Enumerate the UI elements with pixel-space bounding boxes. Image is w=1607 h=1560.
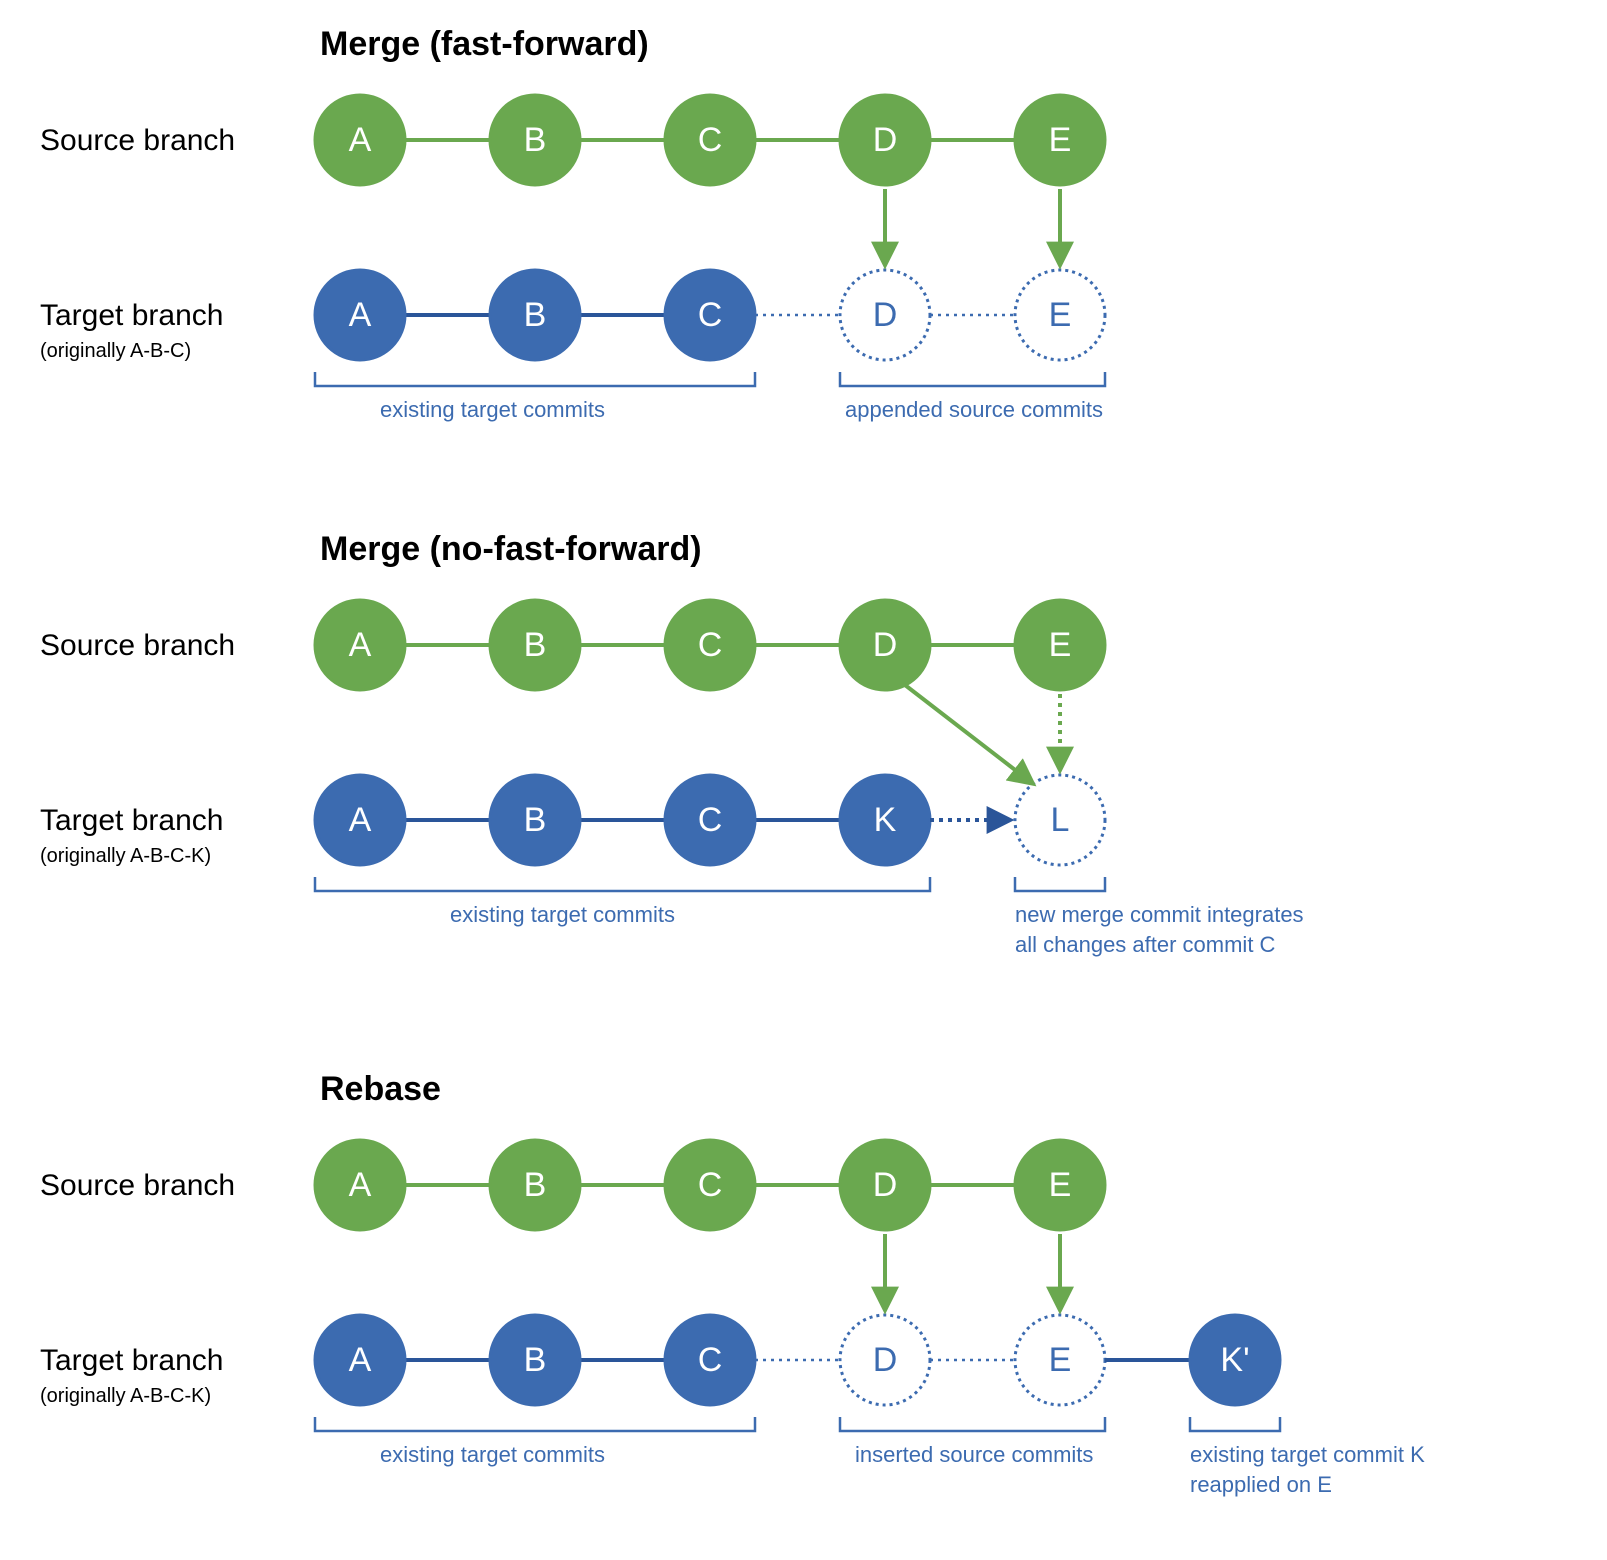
brace-2-right xyxy=(1015,877,1105,891)
title-merge-noff: Merge (no-fast-forward) xyxy=(320,530,702,568)
s1-tgt-d-D-label: D xyxy=(873,296,898,334)
s1-src-B-label: B xyxy=(524,121,547,159)
s2-tgt-C-label: C xyxy=(698,801,723,839)
s3-tgt-d-E-label: E xyxy=(1049,1341,1072,1379)
caption-2-right2: all changes after commit C xyxy=(1015,932,1276,957)
brace-3-mid xyxy=(840,1417,1105,1431)
s1-src-E-label: E xyxy=(1049,121,1072,159)
s1-tgt-A-label: A xyxy=(349,296,372,334)
caption-2-left: existing target commits xyxy=(450,902,675,927)
s2-src-D-label: D xyxy=(873,626,898,664)
s3-src-D-label: D xyxy=(873,1166,898,1204)
arrow xyxy=(905,685,1032,783)
s3-tgt-Kp-label: K' xyxy=(1220,1341,1249,1379)
s2-tgt-B-label: B xyxy=(524,801,547,839)
caption-1-right: appended source commits xyxy=(845,397,1103,422)
caption-3-right1: existing target commit K xyxy=(1190,1442,1425,1467)
brace-2-left xyxy=(315,877,930,891)
label-target-sub-2: (originally A-B-C-K) xyxy=(40,845,211,867)
title-rebase: Rebase xyxy=(320,1070,441,1108)
s2-tgt-K-label: K xyxy=(874,801,897,839)
s2-tgt-L-label: L xyxy=(1051,801,1070,839)
label-target-1: Target branch xyxy=(40,299,223,332)
caption-3-mid: inserted source commits xyxy=(855,1442,1093,1467)
label-target-sub-3: (originally A-B-C-K) xyxy=(40,1385,211,1407)
caption-1-left: existing target commits xyxy=(380,397,605,422)
s1-tgt-B-label: B xyxy=(524,296,547,334)
s2-src-B-label: B xyxy=(524,626,547,664)
s3-src-B-label: B xyxy=(524,1166,547,1204)
s2-src-C-label: C xyxy=(698,626,723,664)
s3-src-C-label: C xyxy=(698,1166,723,1204)
s1-tgt-d-E-label: E xyxy=(1049,296,1072,334)
s1-src-D-label: D xyxy=(873,121,898,159)
label-source-2: Source branch xyxy=(40,629,235,662)
brace-1-right xyxy=(840,372,1105,386)
s1-src-C-label: C xyxy=(698,121,723,159)
s3-tgt-B-label: B xyxy=(524,1341,547,1379)
label-source-3: Source branch xyxy=(40,1169,235,1202)
caption-3-left: existing target commits xyxy=(380,1442,605,1467)
label-target-2: Target branch xyxy=(40,804,223,837)
s1-src-A-label: A xyxy=(349,121,372,159)
label-target-3: Target branch xyxy=(40,1344,223,1377)
s1-tgt-C-label: C xyxy=(698,296,723,334)
brace-3-left xyxy=(315,1417,755,1431)
caption-3-right2: reapplied on E xyxy=(1190,1472,1332,1497)
caption-2-right1: new merge commit integrates xyxy=(1015,902,1304,927)
s2-src-A-label: A xyxy=(349,626,372,664)
s3-tgt-A-label: A xyxy=(349,1341,372,1379)
s2-src-E-label: E xyxy=(1049,626,1072,664)
s3-tgt-C-label: C xyxy=(698,1341,723,1379)
title-merge-ff: Merge (fast-forward) xyxy=(320,25,649,63)
s3-src-A-label: A xyxy=(349,1166,372,1204)
brace-1-left xyxy=(315,372,755,386)
s3-tgt-d-D-label: D xyxy=(873,1341,898,1379)
label-source-1: Source branch xyxy=(40,124,235,157)
label-target-sub-1: (originally A-B-C) xyxy=(40,340,191,362)
s3-src-E-label: E xyxy=(1049,1166,1072,1204)
brace-3-right xyxy=(1190,1417,1280,1431)
s2-tgt-A-label: A xyxy=(349,801,372,839)
